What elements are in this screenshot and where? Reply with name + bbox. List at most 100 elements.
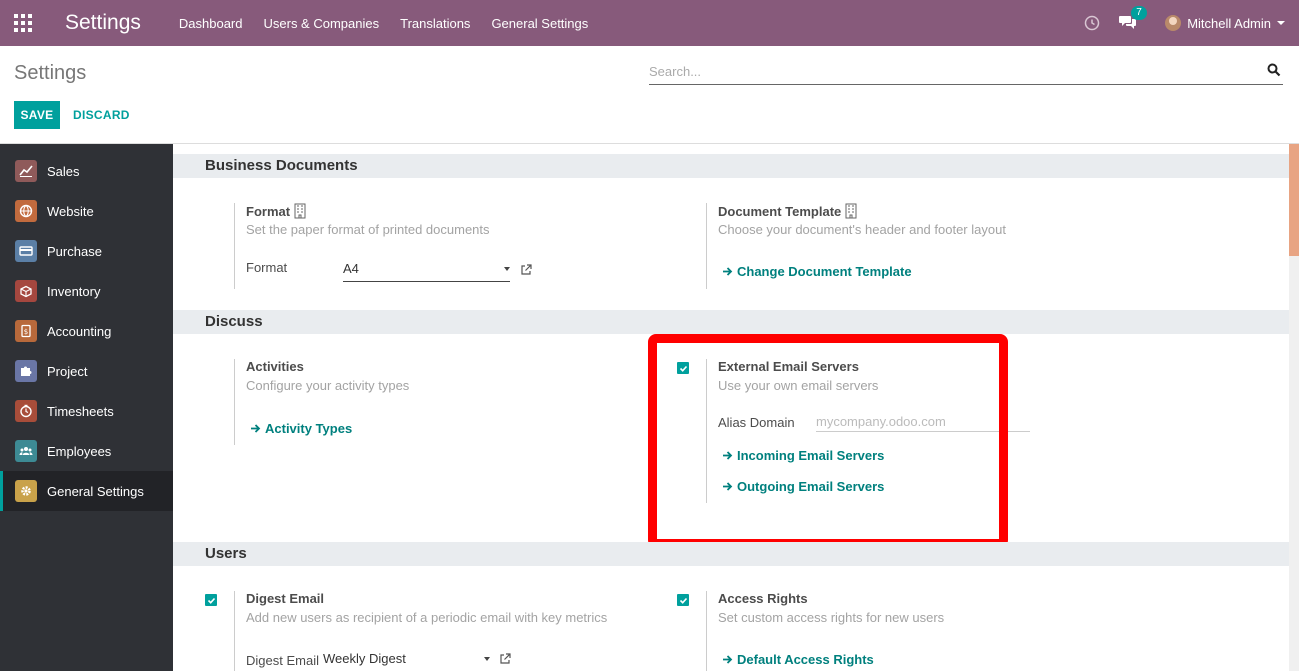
- setting-title: Format: [246, 203, 306, 219]
- chevron-down-icon: [504, 267, 510, 271]
- chevron-down-icon: [1277, 21, 1285, 25]
- activities-title: Activities: [246, 359, 304, 374]
- setting-format: Format Set the paper format of printed d…: [234, 203, 634, 289]
- external-link-icon[interactable]: [499, 653, 511, 665]
- link-label: Default Access Rights: [737, 652, 874, 667]
- arrow-right-icon: [723, 267, 733, 276]
- user-menu[interactable]: Mitchell Admin: [1187, 16, 1271, 31]
- scrollbar[interactable]: [1289, 144, 1299, 671]
- digest-email-label: Digest Email: [246, 653, 319, 668]
- app-brand: Settings: [65, 11, 141, 34]
- format-value: A4: [343, 261, 359, 276]
- setting-document-template: Document Template Choose your document's…: [706, 203, 1106, 289]
- discard-button[interactable]: DISCARD: [64, 101, 139, 129]
- sidebar-item-employees[interactable]: Employees: [0, 431, 173, 471]
- purchase-icon: [15, 240, 37, 262]
- search-icon[interactable]: [1267, 63, 1281, 77]
- link-label: Change Document Template: [737, 264, 912, 279]
- digest-email-value: Weekly Digest: [323, 651, 406, 666]
- external-link-icon[interactable]: [520, 264, 532, 276]
- sidebar-item-purchase[interactable]: Purchase: [0, 231, 173, 271]
- sidebar-item-project[interactable]: Project: [0, 351, 173, 391]
- menu-users-companies[interactable]: Users & Companies: [264, 16, 380, 31]
- section-users: Users: [173, 542, 1289, 566]
- navbar-systray: 7 Mitchell Admin: [1084, 0, 1285, 46]
- website-icon: [15, 200, 37, 222]
- setting-description: Choose your document's header and footer…: [718, 222, 1006, 237]
- sidebar-item-inventory[interactable]: Inventory: [0, 271, 173, 311]
- digest-email-select[interactable]: Weekly Digest: [323, 646, 490, 671]
- section-discuss: Discuss: [173, 310, 1289, 334]
- page-title: Settings: [14, 62, 87, 84]
- sales-icon: [15, 160, 37, 182]
- employees-icon: [15, 440, 37, 462]
- setting-description: Configure your activity types: [246, 378, 410, 393]
- menu-dashboard[interactable]: Dashboard: [179, 16, 243, 31]
- settings-content: Business Documents Format Set the paper …: [173, 144, 1299, 671]
- sidebar-item-label: General Settings: [47, 483, 144, 499]
- sidebar-item-accounting[interactable]: $ Accounting: [0, 311, 173, 351]
- setting-description: Set custom access rights for new users: [718, 610, 945, 625]
- setting-divider: [234, 591, 235, 671]
- settings-sidebar: Sales Website Purchase Inventory $ Accou…: [0, 144, 173, 671]
- setting-divider: [234, 203, 235, 289]
- highlight-box: [648, 334, 1008, 548]
- setting-activities: Activities Configure your activity types…: [234, 359, 634, 445]
- chevron-down-icon: [484, 657, 490, 661]
- sidebar-item-label: Sales: [47, 163, 80, 179]
- apps-grid-icon[interactable]: [0, 0, 46, 46]
- setting-divider: [706, 591, 707, 671]
- building-icon: [294, 203, 306, 219]
- format-label: Format: [246, 260, 288, 275]
- setting-digest-email: Digest Email Add new users as recipient …: [234, 591, 634, 671]
- timesheets-icon: [15, 400, 37, 422]
- scrollbar-thumb[interactable]: [1289, 144, 1299, 256]
- setting-description: Set the paper format of printed document…: [246, 222, 490, 237]
- setting-divider: [234, 359, 235, 445]
- setting-description: Add new users as recipient of a periodic…: [246, 610, 608, 625]
- save-button[interactable]: SAVE: [14, 101, 60, 129]
- arrow-right-icon: [723, 655, 733, 664]
- top-menu: Dashboard Users & Companies Translations…: [179, 16, 609, 31]
- search-bar: [649, 59, 1283, 85]
- setting-access-rights: Access Rights Set custom access rights f…: [706, 591, 1106, 671]
- document-template-title: Document Template: [718, 203, 842, 219]
- top-navbar: Settings Dashboard Users & Companies Tra…: [0, 0, 1299, 46]
- sidebar-item-label: Project: [47, 363, 88, 379]
- sidebar-item-sales[interactable]: Sales: [0, 151, 173, 191]
- sidebar-item-timesheets[interactable]: Timesheets: [0, 391, 173, 431]
- inventory-icon: [15, 280, 37, 302]
- building-icon: [845, 203, 857, 219]
- messaging-menu[interactable]: 7: [1119, 5, 1147, 33]
- control-panel: Settings SAVE DISCARD: [0, 46, 1299, 144]
- project-icon: [15, 360, 37, 382]
- sidebar-item-label: Timesheets: [47, 403, 114, 419]
- setting-title: Document Template: [718, 203, 857, 219]
- activity-types-link[interactable]: Activity Types: [250, 421, 352, 436]
- section-business-documents: Business Documents: [173, 154, 1289, 178]
- sidebar-item-label: Website: [47, 203, 94, 219]
- checkmark-icon: [207, 597, 215, 604]
- accounting-icon: $: [15, 320, 37, 342]
- access-rights-checkbox[interactable]: [677, 594, 689, 606]
- search-input[interactable]: [649, 59, 1249, 83]
- chat-count-badge: 7: [1131, 5, 1147, 20]
- sidebar-item-label: Employees: [47, 443, 112, 459]
- digest-email-checkbox[interactable]: [205, 594, 217, 606]
- sidebar-item-general-settings[interactable]: General Settings: [0, 471, 173, 511]
- gear-icon: [15, 480, 37, 502]
- default-access-rights-link[interactable]: Default Access Rights: [722, 652, 874, 667]
- setting-divider: [706, 203, 707, 289]
- sidebar-item-label: Accounting: [47, 323, 112, 339]
- avatar[interactable]: [1165, 15, 1182, 31]
- menu-translations[interactable]: Translations: [400, 16, 470, 31]
- access-rights-title: Access Rights: [718, 591, 808, 606]
- sidebar-item-website[interactable]: Website: [0, 191, 173, 231]
- sidebar-item-label: Inventory: [47, 283, 101, 299]
- menu-general-settings[interactable]: General Settings: [491, 16, 588, 31]
- format-select[interactable]: A4: [343, 256, 510, 282]
- change-document-template-link[interactable]: Change Document Template: [722, 264, 912, 279]
- clock-icon[interactable]: [1084, 15, 1100, 31]
- arrow-right-icon: [251, 424, 261, 433]
- sidebar-item-label: Purchase: [47, 243, 102, 259]
